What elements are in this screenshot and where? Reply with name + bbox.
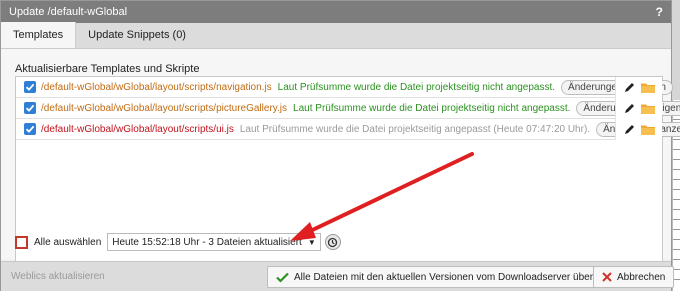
file-path[interactable]: /default-wGlobal/wGlobal/layout/scripts/… bbox=[41, 82, 272, 93]
row-actions bbox=[615, 98, 662, 119]
file-status: Laut Prüfsumme wurde die Datei projektse… bbox=[239, 123, 591, 135]
file-path[interactable]: /default-wGlobal/wGlobal/layout/scripts/… bbox=[41, 103, 287, 114]
pencil-icon[interactable] bbox=[624, 82, 635, 93]
cancel-x-icon bbox=[602, 272, 612, 282]
pencil-icon[interactable] bbox=[624, 103, 635, 114]
file-checkbox[interactable] bbox=[24, 81, 36, 93]
confirm-update-button[interactable]: Alle Dateien mit den aktuellen Versionen… bbox=[267, 266, 634, 288]
file-checkbox[interactable] bbox=[24, 102, 36, 114]
checkmark-icon bbox=[25, 125, 35, 133]
file-row: /default-wGlobal/wGlobal/layout/scripts/… bbox=[16, 98, 680, 119]
folder-icon[interactable] bbox=[641, 103, 655, 114]
checkmark-icon bbox=[25, 83, 35, 91]
version-select-value: Heute 15:52:18 Uhr - 3 Dateien aktualisi… bbox=[112, 236, 302, 248]
chevron-down-icon: ▼ bbox=[307, 237, 316, 247]
file-path[interactable]: /default-wGlobal/wGlobal/layout/scripts/… bbox=[41, 124, 234, 135]
section-label: Aktualisierbare Templates und Skripte bbox=[15, 63, 200, 75]
cancel-label: Abbrechen bbox=[617, 271, 666, 283]
file-row: /default-wGlobal/wGlobal/layout/scripts/… bbox=[16, 77, 673, 98]
tab-update-snippets[interactable]: Update Snippets (0) bbox=[76, 22, 198, 48]
cancel-button[interactable]: Abbrechen bbox=[593, 266, 675, 288]
file-row: /default-wGlobal/wGlobal/layout/scripts/… bbox=[16, 119, 680, 140]
help-icon[interactable]: ? bbox=[656, 5, 663, 19]
confirm-update-label: Alle Dateien mit den aktuellen Versionen… bbox=[294, 271, 625, 283]
folder-icon[interactable] bbox=[641, 82, 655, 93]
folder-icon[interactable] bbox=[641, 124, 655, 135]
dialog-footer: Weblics aktualisieren Alle Dateien mit d… bbox=[1, 261, 675, 291]
select-all-label: Alle auswählen bbox=[34, 236, 102, 248]
row-actions bbox=[615, 119, 662, 140]
tab-templates[interactable]: Templates bbox=[1, 22, 77, 48]
selection-bar: Alle auswählen Heute 15:52:18 Uhr - 3 Da… bbox=[15, 233, 341, 251]
dialog-titlebar: Update /default-wGlobal ? bbox=[1, 1, 671, 23]
checkmark-icon bbox=[25, 104, 35, 112]
version-select[interactable]: Heute 15:52:18 Uhr - 3 Dateien aktualisi… bbox=[107, 233, 321, 251]
history-icon[interactable] bbox=[324, 234, 341, 250]
confirm-check-icon bbox=[276, 272, 289, 283]
file-checkbox[interactable] bbox=[24, 123, 36, 135]
tab-bar: Templates Update Snippets (0) bbox=[1, 22, 671, 49]
row-actions bbox=[615, 77, 662, 98]
select-all-checkbox[interactable] bbox=[15, 235, 28, 249]
dialog-title: Update /default-wGlobal bbox=[9, 6, 128, 18]
update-dialog: Update /default-wGlobal ? Templates Upda… bbox=[0, 0, 680, 291]
pencil-icon[interactable] bbox=[624, 124, 635, 135]
footer-left-label: Weblics aktualisieren bbox=[11, 271, 105, 282]
file-status: Laut Prüfsumme wurde die Datei projektse… bbox=[293, 102, 571, 114]
file-status: Laut Prüfsumme wurde die Datei projektse… bbox=[277, 81, 556, 93]
